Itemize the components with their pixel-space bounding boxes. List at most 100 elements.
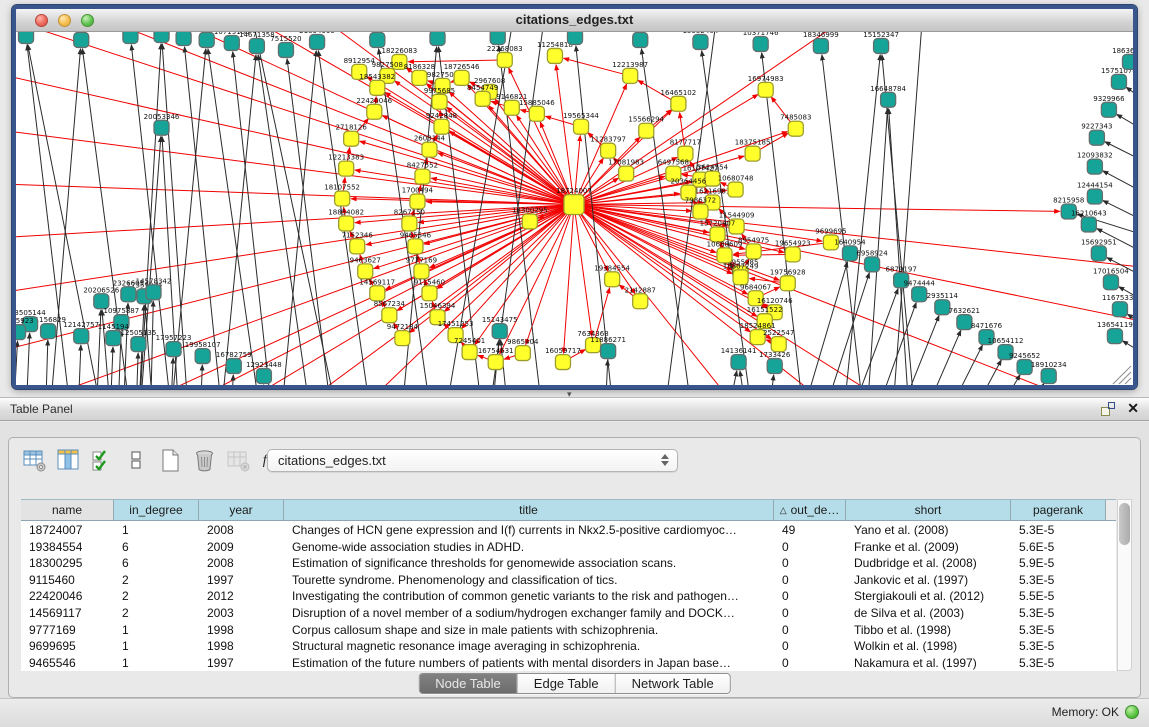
graph-node[interactable] <box>1041 369 1056 384</box>
cell-short[interactable]: Tibbo et al. (1998) <box>846 622 1011 639</box>
graph-node[interactable] <box>767 359 782 374</box>
graph-node[interactable] <box>382 308 397 323</box>
graph-node[interactable] <box>410 194 425 209</box>
graph-node[interactable] <box>619 166 634 181</box>
graph-node[interactable] <box>475 91 490 106</box>
tab-node-table[interactable]: Node Table <box>419 674 518 693</box>
table-mode-icon[interactable] <box>21 447 48 474</box>
cell-short[interactable]: Jankovic et al. (1997) <box>846 572 1011 589</box>
cell-title[interactable]: Structural magnetic resonance image aver… <box>284 638 774 655</box>
cell-name[interactable]: 9465546 <box>21 655 114 671</box>
graph-node[interactable] <box>717 248 732 263</box>
graph-node[interactable] <box>106 331 121 346</box>
graph-node[interactable] <box>249 38 264 53</box>
new-table-icon[interactable] <box>157 447 184 474</box>
column-header-in_degree[interactable]: in_degree <box>114 500 199 520</box>
table-row[interactable]: 1830029562008Estimation of significance … <box>21 555 1116 572</box>
graph-node[interactable] <box>310 34 325 49</box>
graph-node[interactable] <box>462 345 477 360</box>
graph-node[interactable] <box>166 342 181 357</box>
graph-node[interactable] <box>195 349 210 364</box>
cell-in_degree[interactable]: 1 <box>114 622 199 639</box>
graph-node[interactable] <box>745 146 760 161</box>
graph-node[interactable] <box>522 214 537 229</box>
graph-node[interactable] <box>912 287 927 302</box>
graph-node[interactable] <box>788 121 803 136</box>
graph-node[interactable] <box>865 257 880 272</box>
cell-out_degree[interactable]: 0 <box>774 622 846 639</box>
cell-title[interactable]: Investigating the contribution of common… <box>284 588 774 605</box>
graph-node[interactable] <box>639 123 654 138</box>
graph-node[interactable] <box>1081 217 1096 232</box>
graph-node[interactable] <box>350 239 365 254</box>
graph-node[interactable] <box>623 68 638 83</box>
graph-node[interactable] <box>422 142 437 157</box>
cell-in_degree[interactable]: 6 <box>114 555 199 572</box>
cell-pagerank[interactable]: 5.3E-5 <box>1011 605 1106 622</box>
graph-node[interactable] <box>434 119 449 134</box>
graph-node[interactable] <box>957 315 972 330</box>
graph-node[interactable] <box>432 94 447 109</box>
table-row[interactable]: 946554611997Estimation of the future num… <box>21 655 1116 671</box>
cell-year[interactable]: 1998 <box>199 622 284 639</box>
network-canvas[interactable]: 1872400789129541822608398275081854338281… <box>16 32 1133 385</box>
cell-pagerank[interactable]: 5.3E-5 <box>1011 622 1106 639</box>
graph-node[interactable] <box>547 48 562 63</box>
graph-node[interactable] <box>367 104 382 119</box>
graph-node[interactable] <box>344 131 359 146</box>
graph-node[interactable] <box>746 244 761 259</box>
graph-node[interactable] <box>529 106 544 121</box>
graph-node[interactable] <box>430 32 445 45</box>
cell-year[interactable]: 2008 <box>199 522 284 539</box>
float-panel-icon[interactable] <box>1101 402 1115 416</box>
graph-node[interactable] <box>422 286 437 301</box>
graph-node[interactable] <box>415 169 430 184</box>
graph-node[interactable] <box>41 324 56 339</box>
cell-title[interactable]: Estimation of significance thresholds fo… <box>284 555 774 572</box>
graph-node[interactable] <box>1089 130 1104 145</box>
column-header-pagerank[interactable]: pagerank <box>1011 500 1106 520</box>
graph-node[interactable] <box>339 216 354 231</box>
row-height-icon[interactable] <box>123 447 150 474</box>
graph-node[interactable] <box>504 100 519 115</box>
cell-year[interactable]: 2009 <box>199 539 284 556</box>
graph-node[interactable] <box>731 355 746 370</box>
graph-node[interactable] <box>555 355 570 370</box>
cell-year[interactable]: 1997 <box>199 572 284 589</box>
column-header-short[interactable]: short <box>846 500 1011 520</box>
cell-in_degree[interactable]: 6 <box>114 539 199 556</box>
graph-node[interactable] <box>1091 246 1106 261</box>
cell-name[interactable]: 19384554 <box>21 539 114 556</box>
graph-node[interactable] <box>1111 74 1126 89</box>
cell-title[interactable]: Genome-wide association studies in ADHD. <box>284 539 774 556</box>
graph-node[interactable] <box>605 272 620 287</box>
graph-node[interactable] <box>1101 102 1116 117</box>
table-row[interactable]: 977716911998Corpus callosum shape and si… <box>21 622 1116 639</box>
graph-node[interactable] <box>780 276 795 291</box>
graph-node[interactable] <box>693 204 708 219</box>
cell-in_degree[interactable]: 2 <box>114 605 199 622</box>
graph-node[interactable] <box>564 195 584 215</box>
tab-network-table[interactable]: Network Table <box>616 674 730 693</box>
graph-node[interactable] <box>758 82 773 97</box>
graph-node[interactable] <box>402 216 417 231</box>
graph-node[interactable] <box>813 38 828 53</box>
graph-node[interactable] <box>121 287 136 302</box>
graph-node[interactable] <box>199 32 214 47</box>
table-row[interactable]: 2242004622012Investigating the contribut… <box>21 588 1116 605</box>
cell-short[interactable]: Yano et al. (2008) <box>846 522 1011 539</box>
graph-node[interactable] <box>1103 275 1118 290</box>
close-panel-icon[interactable]: ✕ <box>1127 400 1139 417</box>
column-header-title[interactable]: title <box>284 500 774 520</box>
graph-node[interactable] <box>408 239 423 254</box>
cell-name[interactable]: 18724007 <box>21 522 114 539</box>
graph-node[interactable] <box>154 32 169 42</box>
cell-in_degree[interactable]: 1 <box>114 522 199 539</box>
graph-node[interactable] <box>771 337 786 352</box>
cell-year[interactable]: 2012 <box>199 588 284 605</box>
graph-node[interactable] <box>131 337 146 352</box>
graph-node[interactable] <box>753 36 768 51</box>
graph-node[interactable] <box>370 286 385 301</box>
cell-name[interactable]: 22420046 <box>21 588 114 605</box>
cell-name[interactable]: 9699695 <box>21 638 114 655</box>
